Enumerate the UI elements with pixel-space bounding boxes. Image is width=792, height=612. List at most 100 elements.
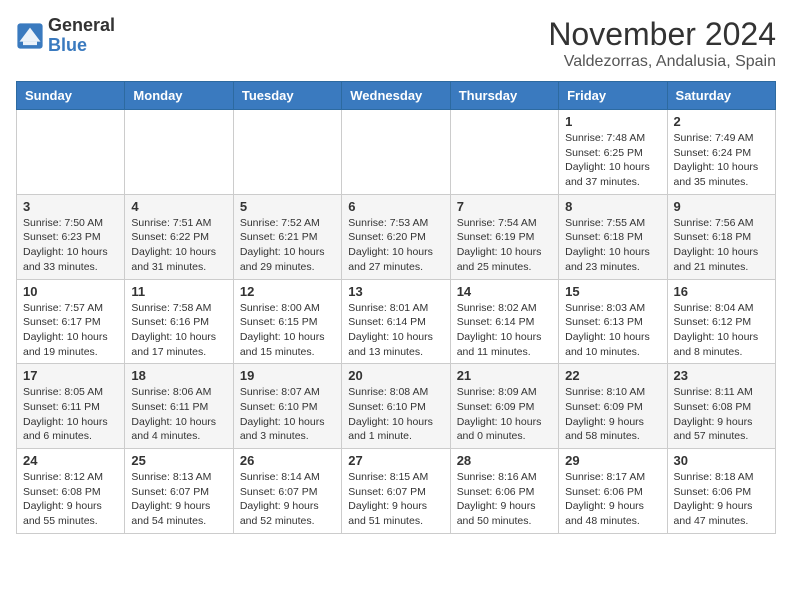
day-number: 8: [565, 199, 660, 214]
column-header-friday: Friday: [559, 82, 667, 110]
calendar-cell: [125, 110, 233, 195]
day-number: 27: [348, 453, 443, 468]
calendar-cell: 27 Sunrise: 8:15 AM Sunset: 6:07 PM Dayli…: [342, 449, 450, 534]
day-info: Sunrise: 7:54 AM Sunset: 6:19 PM Dayligh…: [457, 216, 552, 275]
calendar-cell: 25Sunrise: 8:13 AM Sunset: 6:07 PM Dayli…: [125, 449, 233, 534]
day-number: 6: [348, 199, 443, 214]
day-info: Sunrise: 7:50 AM Sunset: 6:23 PM Dayligh…: [23, 216, 118, 275]
day-info: Sunrise: 7:51 AM Sunset: 6:22 PM Dayligh…: [131, 216, 226, 275]
calendar-cell: 7 Sunrise: 7:54 AM Sunset: 6:19 PM Daylig…: [450, 194, 558, 279]
day-info: Sunrise: 7:57 AM Sunset: 6:17 PM Dayligh…: [23, 301, 118, 360]
column-header-wednesday: Wednesday: [342, 82, 450, 110]
day-info: Sunrise: 7:53 AM Sunset: 6:20 PM Dayligh…: [348, 216, 443, 275]
day-number: 5: [240, 199, 335, 214]
day-number: 9: [674, 199, 769, 214]
calendar-cell: 29Sunrise: 8:17 AM Sunset: 6:06 PM Dayli…: [559, 449, 667, 534]
location-title: Valdezorras, Andalusia, Spain: [548, 53, 776, 71]
day-number: 3: [23, 199, 118, 214]
day-info: Sunrise: 7:58 AM Sunset: 6:16 PM Dayligh…: [131, 301, 226, 360]
day-info: Sunrise: 7:52 AM Sunset: 6:21 PM Dayligh…: [240, 216, 335, 275]
day-number: 15: [565, 284, 660, 299]
day-number: 17: [23, 368, 118, 383]
calendar-cell: 15Sunrise: 8:03 AM Sunset: 6:13 PM Dayli…: [559, 279, 667, 364]
day-info: Sunrise: 8:15 AM Sunset: 6:07 PM Dayligh…: [348, 470, 443, 529]
day-info: Sunrise: 8:10 AM Sunset: 6:09 PM Dayligh…: [565, 385, 660, 444]
calendar-cell: 19 Sunrise: 8:07 AM Sunset: 6:10 PM Dayli…: [233, 364, 341, 449]
day-info: Sunrise: 7:49 AM Sunset: 6:24 PM Dayligh…: [674, 131, 769, 190]
day-number: 19: [240, 368, 335, 383]
day-info: Sunrise: 8:07 AM Sunset: 6:10 PM Dayligh…: [240, 385, 335, 444]
calendar-cell: [233, 110, 341, 195]
calendar-week-row: 3 Sunrise: 7:50 AM Sunset: 6:23 PM Daylig…: [17, 194, 776, 279]
title-block: November 2024 Valdezorras, Andalusia, Sp…: [548, 16, 776, 71]
day-info: Sunrise: 8:08 AM Sunset: 6:10 PM Dayligh…: [348, 385, 443, 444]
day-number: 1: [565, 114, 660, 129]
calendar-cell: [17, 110, 125, 195]
logo-icon: [16, 22, 44, 50]
day-number: 26: [240, 453, 335, 468]
logo: General Blue: [16, 16, 115, 56]
calendar-cell: 22Sunrise: 8:10 AM Sunset: 6:09 PM Dayli…: [559, 364, 667, 449]
day-info: Sunrise: 8:05 AM Sunset: 6:11 PM Dayligh…: [23, 385, 118, 444]
calendar-table: SundayMondayTuesdayWednesdayThursdayFrid…: [16, 81, 776, 534]
calendar-cell: 26 Sunrise: 8:14 AM Sunset: 6:07 PM Dayli…: [233, 449, 341, 534]
calendar-cell: 13 Sunrise: 8:01 AM Sunset: 6:14 PM Dayli…: [342, 279, 450, 364]
day-number: 13: [348, 284, 443, 299]
day-number: 20: [348, 368, 443, 383]
day-number: 23: [674, 368, 769, 383]
calendar-cell: [342, 110, 450, 195]
calendar-cell: [450, 110, 558, 195]
day-number: 2: [674, 114, 769, 129]
day-info: Sunrise: 8:14 AM Sunset: 6:07 PM Dayligh…: [240, 470, 335, 529]
day-info: Sunrise: 8:00 AM Sunset: 6:15 PM Dayligh…: [240, 301, 335, 360]
logo-blue-text: Blue: [48, 36, 115, 56]
day-info: Sunrise: 8:16 AM Sunset: 6:06 PM Dayligh…: [457, 470, 552, 529]
calendar-cell: 23Sunrise: 8:11 AM Sunset: 6:08 PM Dayli…: [667, 364, 775, 449]
calendar-cell: 1 Sunrise: 7:48 AM Sunset: 6:25 PM Daylig…: [559, 110, 667, 195]
day-number: 7: [457, 199, 552, 214]
calendar-cell: 18Sunrise: 8:06 AM Sunset: 6:11 PM Dayli…: [125, 364, 233, 449]
day-info: Sunrise: 8:01 AM Sunset: 6:14 PM Dayligh…: [348, 301, 443, 360]
day-info: Sunrise: 8:13 AM Sunset: 6:07 PM Dayligh…: [131, 470, 226, 529]
column-header-monday: Monday: [125, 82, 233, 110]
calendar-cell: 28 Sunrise: 8:16 AM Sunset: 6:06 PM Dayli…: [450, 449, 558, 534]
logo-general-text: General: [48, 16, 115, 36]
calendar-cell: 4 Sunrise: 7:51 AM Sunset: 6:22 PM Daylig…: [125, 194, 233, 279]
page-header: General Blue November 2024 Valdezorras, …: [16, 16, 776, 71]
day-number: 14: [457, 284, 552, 299]
calendar-cell: 30 Sunrise: 8:18 AM Sunset: 6:06 PM Dayli…: [667, 449, 775, 534]
calendar-header-row: SundayMondayTuesdayWednesdayThursdayFrid…: [17, 82, 776, 110]
day-info: Sunrise: 7:56 AM Sunset: 6:18 PM Dayligh…: [674, 216, 769, 275]
day-number: 11: [131, 284, 226, 299]
calendar-cell: 17 Sunrise: 8:05 AM Sunset: 6:11 PM Dayli…: [17, 364, 125, 449]
day-info: Sunrise: 8:09 AM Sunset: 6:09 PM Dayligh…: [457, 385, 552, 444]
calendar-cell: 10Sunrise: 7:57 AM Sunset: 6:17 PM Dayli…: [17, 279, 125, 364]
day-info: Sunrise: 8:12 AM Sunset: 6:08 PM Dayligh…: [23, 470, 118, 529]
calendar-cell: 6 Sunrise: 7:53 AM Sunset: 6:20 PM Daylig…: [342, 194, 450, 279]
calendar-cell: 5 Sunrise: 7:52 AM Sunset: 6:21 PM Daylig…: [233, 194, 341, 279]
column-header-thursday: Thursday: [450, 82, 558, 110]
calendar-cell: 9 Sunrise: 7:56 AM Sunset: 6:18 PM Daylig…: [667, 194, 775, 279]
day-number: 28: [457, 453, 552, 468]
day-number: 4: [131, 199, 226, 214]
calendar-week-row: 24Sunrise: 8:12 AM Sunset: 6:08 PM Dayli…: [17, 449, 776, 534]
day-info: Sunrise: 7:48 AM Sunset: 6:25 PM Dayligh…: [565, 131, 660, 190]
day-info: Sunrise: 8:18 AM Sunset: 6:06 PM Dayligh…: [674, 470, 769, 529]
calendar-cell: 3 Sunrise: 7:50 AM Sunset: 6:23 PM Daylig…: [17, 194, 125, 279]
day-number: 16: [674, 284, 769, 299]
calendar-week-row: 1 Sunrise: 7:48 AM Sunset: 6:25 PM Daylig…: [17, 110, 776, 195]
calendar-cell: 24Sunrise: 8:12 AM Sunset: 6:08 PM Dayli…: [17, 449, 125, 534]
day-info: Sunrise: 8:17 AM Sunset: 6:06 PM Dayligh…: [565, 470, 660, 529]
month-title: November 2024: [548, 16, 776, 53]
day-number: 21: [457, 368, 552, 383]
day-info: Sunrise: 8:06 AM Sunset: 6:11 PM Dayligh…: [131, 385, 226, 444]
calendar-week-row: 10Sunrise: 7:57 AM Sunset: 6:17 PM Dayli…: [17, 279, 776, 364]
calendar-cell: 14 Sunrise: 8:02 AM Sunset: 6:14 PM Dayli…: [450, 279, 558, 364]
day-number: 30: [674, 453, 769, 468]
calendar-cell: 16Sunrise: 8:04 AM Sunset: 6:12 PM Dayli…: [667, 279, 775, 364]
calendar-cell: 2 Sunrise: 7:49 AM Sunset: 6:24 PM Daylig…: [667, 110, 775, 195]
calendar-cell: 11 Sunrise: 7:58 AM Sunset: 6:16 PM Dayli…: [125, 279, 233, 364]
column-header-sunday: Sunday: [17, 82, 125, 110]
column-header-tuesday: Tuesday: [233, 82, 341, 110]
day-info: Sunrise: 8:02 AM Sunset: 6:14 PM Dayligh…: [457, 301, 552, 360]
